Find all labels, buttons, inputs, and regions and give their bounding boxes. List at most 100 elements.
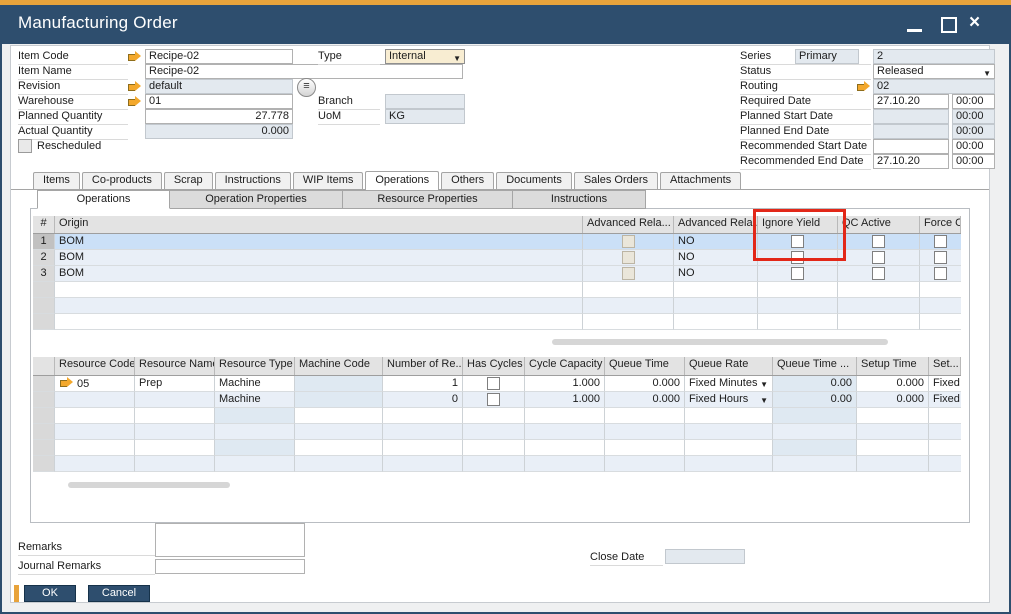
has-cycles-checkbox[interactable] [487,393,500,406]
resource-code-cell[interactable] [55,392,135,408]
resource-link-arrow-icon[interactable] [59,377,74,388]
status-select[interactable]: Released▼ [873,64,995,79]
col-ignore-yield-header[interactable]: Ignore Yield [758,216,838,233]
queue-rate-select[interactable]: ▼Fixed Minutes [685,376,773,392]
item-name-input[interactable]: Recipe-02 [145,64,463,79]
col-resource-name-header[interactable]: Resource Name [135,357,215,375]
required-date-input[interactable]: 27.10.20 [873,94,949,109]
setup-time-cell[interactable]: 0.000 [857,392,929,408]
recommended-end-time-input[interactable]: 00:00 [952,154,995,169]
required-time-input[interactable]: 00:00 [952,94,995,109]
revision-link-arrow-icon[interactable] [127,81,142,92]
tab-others[interactable]: Others [441,172,494,189]
force-checkbox[interactable] [934,235,947,248]
force-checkbox[interactable] [934,267,947,280]
has-cycles-checkbox[interactable] [487,377,500,390]
table-row[interactable] [33,282,961,298]
subtab-resource-properties[interactable]: Resource Properties [343,190,513,209]
col-number-header[interactable]: # [33,216,55,233]
table-row[interactable]: 1 BOM NO [33,234,961,250]
resource-type-cell[interactable]: Machine [215,392,295,408]
resource-type-cell[interactable]: Machine [215,376,295,392]
origin-cell[interactable]: BOM [55,234,583,250]
ignore-yield-checkbox[interactable] [791,267,804,280]
col-number-of-resources-header[interactable]: Number of Re... [383,357,463,375]
tab-documents[interactable]: Documents [496,172,572,189]
col-machine-code-header[interactable]: Machine Code [295,357,383,375]
resource-name-cell[interactable] [135,392,215,408]
table-row[interactable]: 05 Prep Machine 1 1.000 0.000 ▼Fixed Min… [33,376,961,392]
item-code-input[interactable]: Recipe-02 [145,49,293,64]
tab-sales-orders[interactable]: Sales Orders [574,172,658,189]
col-setup-time-header[interactable]: Setup Time [857,357,929,375]
tab-scrap[interactable]: Scrap [164,172,213,189]
tab-operations[interactable]: Operations [365,171,439,190]
remarks-textarea[interactable] [155,523,305,557]
queue-time-cell[interactable]: 0.000 [605,392,685,408]
qc-active-checkbox[interactable] [872,267,885,280]
tab-items[interactable]: Items [33,172,80,189]
tab-co-products[interactable]: Co-products [82,172,162,189]
col-queue-time-2-header[interactable]: Queue Time ... [773,357,857,375]
force-checkbox[interactable] [934,251,947,264]
queue-rate-select[interactable]: ▼Fixed Hours [685,392,773,408]
ignore-yield-checkbox[interactable] [791,251,804,264]
subtab-operations[interactable]: Operations [37,190,170,209]
col-resource-code-header[interactable]: Resource Code [55,357,135,375]
table-row[interactable]: 3 BOM NO [33,266,961,282]
origin-cell[interactable]: BOM [55,250,583,266]
routing-link-arrow-icon[interactable] [856,81,871,92]
col-setup-2-header[interactable]: Set... [929,357,961,375]
setup-time-cell[interactable]: 0.000 [857,376,929,392]
recommended-start-date-input[interactable] [873,139,949,154]
col-cycle-capacity-header[interactable]: Cycle Capacity [525,357,605,375]
col-qc-active-header[interactable]: QC Active [838,216,920,233]
resource-code-cell[interactable]: 05 [55,376,135,392]
title-bar[interactable]: Manufacturing Order × [2,5,1009,44]
table-row[interactable]: Machine 0 1.000 0.000 ▼Fixed Hours 0.00 … [33,392,961,408]
subtab-instructions[interactable]: Instructions [513,190,646,209]
warehouse-link-arrow-icon[interactable] [127,96,142,107]
table-row[interactable] [33,408,961,424]
planned-quantity-input[interactable]: 27.778 [145,109,293,124]
minimize-button[interactable] [900,5,928,44]
number-of-resources-cell[interactable]: 1 [383,376,463,392]
number-of-resources-cell[interactable]: 0 [383,392,463,408]
resources-table-hscrollbar[interactable] [68,482,230,488]
table-row[interactable] [33,440,961,456]
table-row[interactable] [33,456,961,472]
tab-instructions[interactable]: Instructions [215,172,291,189]
col-queue-time-header[interactable]: Queue Time [605,357,685,375]
item-code-link-arrow-icon[interactable] [127,51,142,62]
resource-name-cell[interactable]: Prep [135,376,215,392]
tab-wip-items[interactable]: WIP Items [293,172,364,189]
col-resource-type-header[interactable]: Resource Type [215,357,295,375]
table-row[interactable] [33,314,961,330]
ok-button[interactable]: OK [24,585,76,602]
close-button[interactable]: × [963,5,991,44]
type-select[interactable]: Internal▼ [385,49,465,64]
revision-field[interactable]: default [145,79,293,94]
rescheduled-checkbox[interactable] [18,139,32,153]
table-row[interactable] [33,298,961,314]
table-row[interactable]: 2 BOM NO [33,250,961,266]
qc-active-checkbox[interactable] [872,235,885,248]
maximize-button[interactable] [933,5,961,44]
warehouse-input[interactable]: 01 [145,94,293,109]
tab-attachments[interactable]: Attachments [660,172,741,189]
col-origin-header[interactable]: Origin [55,216,583,233]
queue-time-cell[interactable]: 0.000 [605,376,685,392]
col-advanced-rel-2-header[interactable]: Advanced Rela... [674,216,758,233]
col-force-header[interactable]: Force O... [920,216,961,233]
col-has-cycles-header[interactable]: Has Cycles [463,357,525,375]
origin-cell[interactable]: BOM [55,266,583,282]
journal-remarks-input[interactable] [155,559,305,574]
revision-list-button[interactable]: ≡ [297,78,316,97]
cycle-capacity-cell[interactable]: 1.000 [525,392,605,408]
table-row[interactable] [33,424,961,440]
cycle-capacity-cell[interactable]: 1.000 [525,376,605,392]
subtab-operation-properties[interactable]: Operation Properties [170,190,343,209]
setup-2-cell[interactable]: Fixed [929,392,961,408]
recommended-start-time-input[interactable]: 00:00 [952,139,995,154]
cancel-button[interactable]: Cancel [88,585,150,602]
